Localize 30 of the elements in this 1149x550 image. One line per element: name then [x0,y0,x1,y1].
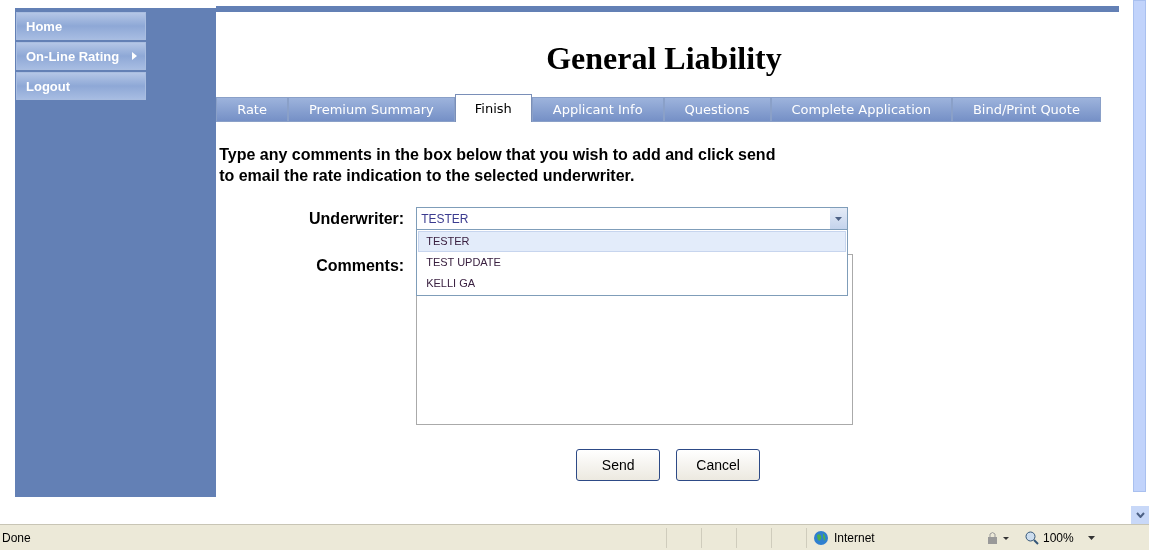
form-button[interactable]: Send [576,449,661,481]
scrollbar-thumb[interactable] [1133,0,1146,492]
menu-item[interactable]: Home [16,12,146,40]
tab[interactable]: Applicant Info [531,97,664,122]
instruction-text: Type any comments in the box below that you wish to add and click send [219,145,776,165]
tab[interactable]: Complete Application [770,97,952,122]
form-button[interactable]: Cancel [676,449,761,481]
zoom-icon [1025,530,1039,545]
dropdown-option[interactable]: TEST UPDATE [418,252,847,273]
field-label: Underwriter: [308,209,406,229]
zone-text: Internet [834,530,875,545]
globe-icon [813,529,829,546]
status-text: Done [2,530,32,545]
submenu-arrow-icon [132,52,137,60]
menu-item[interactable]: Logout [16,72,146,100]
zoom-text[interactable]: 100% [1043,530,1074,545]
tab[interactable]: Premium Summary [287,97,455,122]
instruction-text: to email the rate indication to the selected underwriter. [219,166,636,186]
tab[interactable]: Finish [454,94,532,122]
lock-icon[interactable] [985,530,1011,545]
dropdown-option[interactable]: KELLI GA [418,273,847,294]
tab[interactable]: Questions [663,97,771,122]
caret-icon[interactable] [1087,535,1095,540]
scroll-down-icon[interactable] [1131,506,1149,524]
field-label: Comments: [315,256,406,276]
tab[interactable]: Bind/Print Quote [951,97,1101,122]
menu-item[interactable]: On-Line Rating [16,42,146,70]
tab[interactable]: Rate [216,97,288,122]
dropdown-option[interactable]: TESTER [418,231,847,252]
page-title: General Liability [546,40,782,77]
